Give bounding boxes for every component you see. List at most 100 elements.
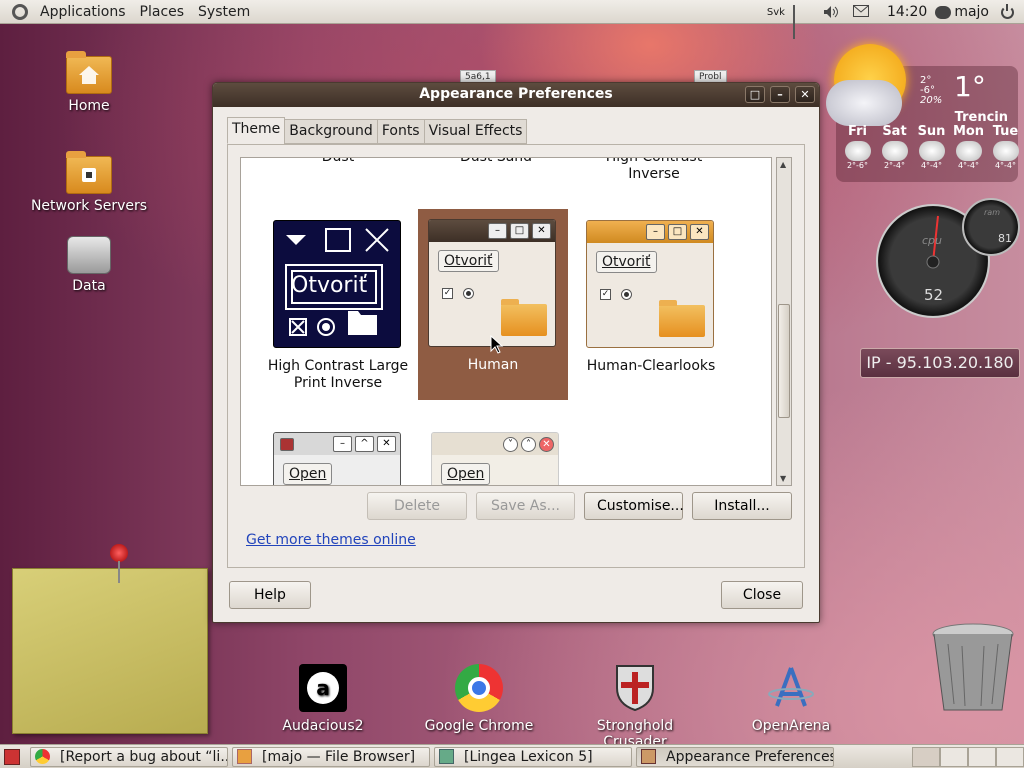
dock-item-audacious[interactable]: a Audacious2 — [258, 664, 388, 734]
top-panel: Applications Places System Svk 14:20 maj… — [0, 0, 1024, 39]
desktop-icon-network-servers[interactable]: Network Servers — [29, 151, 149, 214]
theme-item-human-clearlooks[interactable]: – □ ✕ Otvoriť ✓ Human-Clearlooks — [576, 210, 726, 400]
dock-label: Google Chrome — [424, 718, 534, 734]
desktop-icon-label: Data — [72, 278, 106, 294]
volume-icon[interactable] — [823, 5, 839, 19]
tab-theme[interactable]: Theme — [227, 117, 286, 144]
taskbar-item-file-browser[interactable]: [majo — File Browser] — [232, 746, 430, 767]
theme-item-partial[interactable]: – ^ ✕ Open — [263, 422, 413, 485]
tab-bar: Theme Background Fonts Visual Effects — [227, 117, 528, 144]
theme-label: High Contrast Inverse — [605, 157, 703, 182]
theme-item-partial[interactable]: ˅ ˄ ✕ Open — [421, 422, 571, 485]
weather-widget: 2° -6° 20% 1° Trencin Fri 2°-6° Sat 2°-4° Su… — [826, 44, 1019, 182]
dock-item-stronghold-crusader[interactable]: Stronghold Crusader — [570, 664, 700, 750]
taskbar-item-lingea-lexicon[interactable]: [Lingea Lexicon 5] — [434, 746, 632, 767]
keyboard-layout-indicator[interactable]: Svk — [767, 7, 785, 18]
workspace-2[interactable] — [940, 747, 968, 767]
window-titlebar[interactable]: Appearance Preferences □ – ✕ — [213, 83, 819, 107]
network-folder-icon — [66, 151, 112, 194]
taskbar-item-bug-report[interactable]: [Report a bug about “li... — [30, 746, 228, 767]
window-title: Appearance Preferences — [419, 86, 613, 102]
snow-cloud-icon — [844, 141, 871, 161]
minimize-icon[interactable]: – — [770, 86, 790, 103]
pushpin-icon — [110, 544, 128, 583]
folder-icon — [659, 300, 705, 337]
close-icon[interactable]: ✕ — [795, 86, 815, 103]
theme-preview: Otvoriť — [273, 220, 401, 348]
forecast-day: Tue 4°-4° — [992, 124, 1019, 170]
theme-label: High Contrast Large Print Inverse — [267, 358, 409, 391]
network-signal-icon[interactable] — [792, 5, 809, 39]
checkbox-icon: ✓ — [600, 289, 611, 300]
help-button[interactable]: Help — [229, 581, 311, 609]
folder-icon — [501, 299, 547, 336]
close-button[interactable]: Close — [721, 581, 803, 609]
radio-icon — [463, 288, 474, 299]
drive-icon — [67, 236, 111, 274]
show-desktop-icon[interactable] — [4, 748, 20, 765]
dock-item-google-chrome[interactable]: Google Chrome — [414, 664, 544, 734]
desktop-icon-data[interactable]: Data — [29, 236, 149, 294]
username: majo — [954, 4, 989, 20]
workspace-3[interactable] — [968, 747, 996, 767]
chat-status-icon — [935, 5, 952, 19]
cpu-gauge-value: 52 — [924, 286, 944, 304]
thumbnail-button: Open — [441, 463, 491, 485]
theme-label: Human-Clearlooks — [586, 358, 716, 374]
power-icon[interactable] — [1001, 3, 1014, 19]
desktop-icon-home[interactable]: Home — [29, 51, 149, 114]
chrome-icon — [35, 749, 50, 764]
cpu-gauge-label: cpu — [922, 234, 943, 247]
svg-text:a: a — [316, 676, 330, 700]
theme-actions: Delete Save As... Customise... Install..… — [367, 492, 792, 520]
tab-fonts[interactable]: Fonts — [376, 119, 425, 144]
theme-list[interactable]: Dust Dust Sand High Contrast Inverse Otv… — [240, 157, 772, 486]
scrollbar-thumb[interactable] — [778, 304, 790, 418]
clock[interactable]: 14:20 — [887, 4, 927, 20]
current-temperature: 1° — [954, 70, 986, 103]
dock-label: Audacious2 — [282, 718, 364, 734]
openarena-icon — [767, 664, 815, 712]
tab-background[interactable]: Background — [284, 119, 378, 144]
theme-label: Human — [467, 357, 519, 373]
theme-item-human[interactable]: – □ ✕ Otvoriť ✓ Human — [418, 209, 568, 400]
save-as-button[interactable]: Save As... — [476, 492, 575, 520]
menu-places[interactable]: Places — [134, 4, 193, 20]
ram-gauge-value: 81 — [998, 232, 1012, 245]
theme-label: Dust — [321, 157, 355, 165]
forecast-day: Fri 2°-6° — [840, 124, 875, 170]
tab-visual-effects[interactable]: Visual Effects — [423, 119, 528, 144]
ubuntu-logo-icon[interactable] — [12, 3, 28, 20]
audacious-icon: a — [299, 664, 347, 712]
workspace-1[interactable] — [912, 747, 940, 767]
dock-label: OpenArena — [751, 718, 831, 734]
theme-list-scrollbar[interactable]: ▲ ▼ — [776, 157, 792, 486]
mouse-cursor-icon — [490, 335, 504, 354]
theme-label: Dust Sand — [459, 157, 533, 165]
menu-applications[interactable]: Applications — [34, 4, 134, 20]
trash-icon[interactable] — [928, 620, 1018, 716]
dock-item-openarena[interactable]: OpenArena — [726, 664, 856, 734]
system-tray: Svk 14:20 majo — [767, 0, 1024, 39]
scroll-down-icon[interactable]: ▼ — [780, 474, 786, 483]
weather-city: Trencin — [954, 110, 1008, 125]
maximize-icon[interactable]: □ — [745, 86, 765, 103]
theme-preview: – □ ✕ Otvoriť ✓ — [586, 220, 714, 348]
workspace-4[interactable] — [996, 747, 1024, 767]
install-button[interactable]: Install... — [692, 492, 792, 520]
forecast-day: Sun 4°-4° — [917, 124, 946, 170]
ram-gauge-label: ram — [984, 208, 1000, 217]
menu-system[interactable]: System — [192, 4, 258, 20]
user-menu[interactable]: majo — [935, 4, 989, 20]
taskbar: [Report a bug about “li... [majo — File … — [0, 744, 1024, 768]
delete-button[interactable]: Delete — [367, 492, 467, 520]
customise-button[interactable]: Customise... — [584, 492, 684, 520]
workspace-switcher — [912, 747, 1024, 767]
scroll-up-icon[interactable]: ▲ — [780, 160, 786, 169]
theme-item-high-contrast-large-print-inverse[interactable]: Otvoriť High Contrast Large Print Invers… — [263, 210, 413, 400]
sticky-note[interactable] — [12, 568, 208, 734]
mail-icon[interactable] — [852, 5, 869, 19]
taskbar-item-appearance-preferences[interactable]: Appearance Preferences — [636, 746, 834, 767]
sun-cloud-icon — [992, 141, 1019, 161]
get-more-themes-link[interactable]: Get more themes online — [246, 532, 416, 548]
